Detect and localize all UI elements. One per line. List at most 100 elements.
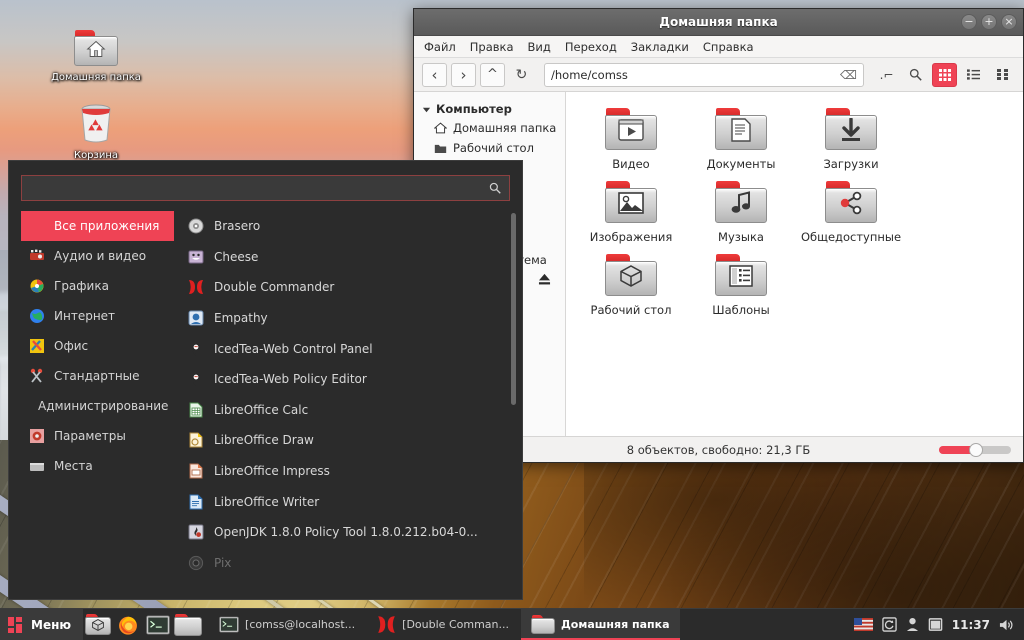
file-item-label: Музыка xyxy=(686,230,796,244)
close-button[interactable]: × xyxy=(1001,14,1017,30)
volume-icon[interactable] xyxy=(999,618,1014,632)
java-icon xyxy=(188,371,204,387)
places-folder-icon xyxy=(29,460,45,473)
desktop-icon-trash[interactable]: Корзина xyxy=(48,100,144,162)
clear-path-icon[interactable]: ⌫ xyxy=(840,68,857,82)
taskbar-launcher-desktop-folder[interactable] xyxy=(83,609,113,640)
menu-app-empathy[interactable]: Empathy xyxy=(188,303,522,334)
menu-app-label: LibreOffice Impress xyxy=(214,464,330,478)
menu-category-audio-video[interactable]: Аудио и видео xyxy=(21,241,174,271)
compact-view-button[interactable] xyxy=(990,63,1015,87)
up-button[interactable]: ^ xyxy=(480,63,505,87)
taskbar-launcher-files[interactable] xyxy=(173,609,203,640)
refresh-button[interactable]: ↻ xyxy=(509,63,534,87)
desktop-folder-icon xyxy=(85,614,111,635)
minimize-button[interactable]: − xyxy=(961,14,977,30)
start-menu-button[interactable]: Меню xyxy=(0,609,83,640)
menu-app-libreoffice-calc[interactable]: LibreOffice Calc xyxy=(188,395,522,426)
menu-category-graphics[interactable]: Графика xyxy=(21,271,174,301)
menu-application-list[interactable]: Brasero Cheese Double Commander Empathy … xyxy=(174,211,522,593)
list-view-button[interactable] xyxy=(961,63,986,87)
system-tray[interactable]: 11:37 xyxy=(854,617,1024,632)
clock[interactable]: 11:37 xyxy=(952,618,990,632)
task-button-double-commander[interactable]: [Double Comman... xyxy=(367,609,519,640)
menu-view[interactable]: Вид xyxy=(528,40,551,54)
icon-view-button[interactable] xyxy=(932,63,957,87)
menu-category-accessories[interactable]: Стандартные xyxy=(21,361,174,391)
taskbar[interactable]: Меню xyxy=(0,608,1024,640)
menu-app-label: Double Commander xyxy=(214,280,334,294)
menu-app-libreoffice-writer[interactable]: LibreOffice Writer xyxy=(188,486,522,517)
menu-category-label: Места xyxy=(54,459,93,473)
menu-scrollbar[interactable] xyxy=(511,213,516,405)
menu-app-libreoffice-impress[interactable]: LibreOffice Impress xyxy=(188,456,522,487)
pix-icon xyxy=(188,555,204,571)
keyboard-layout-flag-icon[interactable] xyxy=(854,618,873,631)
menu-bar[interactable]: Файл Правка Вид Переход Закладки Справка xyxy=(414,36,1023,58)
file-item[interactable]: Загрузки xyxy=(796,104,906,177)
user-icon[interactable] xyxy=(906,617,919,632)
file-item[interactable]: Шаблоны xyxy=(686,250,796,323)
menu-category-places[interactable]: Места xyxy=(21,451,174,481)
menu-app-openjdk-policy-tool[interactable]: OpenJDK 1.8.0 Policy Tool 1.8.0.212.b04-… xyxy=(188,517,522,548)
menu-app-label: LibreOffice Calc xyxy=(214,403,308,417)
window-controls[interactable]: − + × xyxy=(961,14,1017,30)
file-item[interactable]: Рабочий стол xyxy=(576,250,686,323)
open-terminal-button[interactable]: .⌐ xyxy=(874,63,899,87)
menu-app-pix[interactable]: Pix xyxy=(188,548,522,579)
forward-button[interactable]: › xyxy=(451,63,476,87)
file-item[interactable]: Видео xyxy=(576,104,686,177)
menu-search-wrapper xyxy=(9,161,522,211)
menu-app-double-commander[interactable]: Double Commander xyxy=(188,272,522,303)
file-item-label: Общедоступные xyxy=(796,230,906,244)
search-icon[interactable] xyxy=(489,182,501,194)
zoom-slider[interactable] xyxy=(939,446,1011,454)
menu-go[interactable]: Переход xyxy=(565,40,617,54)
maximize-button[interactable]: + xyxy=(981,14,997,30)
menu-search-input[interactable] xyxy=(30,181,489,195)
path-input[interactable] xyxy=(551,68,840,82)
task-button-home-folder[interactable]: Домашняя папка xyxy=(521,609,680,640)
places-item-home[interactable]: Домашняя папка xyxy=(414,118,565,138)
task-button-terminal[interactable]: [comss@localhost... xyxy=(209,609,365,640)
video-folder-icon xyxy=(605,108,657,150)
menu-edit[interactable]: Правка xyxy=(470,40,514,54)
file-item[interactable]: Общедоступные xyxy=(796,177,906,250)
menu-category-preferences[interactable]: Параметры xyxy=(21,421,174,451)
menu-category-office[interactable]: Офис xyxy=(21,331,174,361)
places-header-computer[interactable]: Компьютер xyxy=(414,100,565,118)
file-item[interactable]: Музыка xyxy=(686,177,796,250)
menu-app-brasero[interactable]: Brasero xyxy=(188,211,522,242)
menu-app-cheese[interactable]: Cheese xyxy=(188,242,522,273)
file-grid[interactable]: Видео Документы Загрузки xyxy=(566,92,1023,436)
menu-category-internet[interactable]: Интернет xyxy=(21,301,174,331)
eject-icon xyxy=(538,273,551,285)
application-menu[interactable]: Все приложения Аудио и видео Графика Инт… xyxy=(8,160,523,600)
path-bar[interactable]: ⌫ xyxy=(544,63,864,87)
menu-bookmarks[interactable]: Закладки xyxy=(631,40,689,54)
updates-icon[interactable] xyxy=(882,617,897,632)
window-icon[interactable] xyxy=(928,617,943,632)
taskbar-launcher-terminal[interactable] xyxy=(143,609,173,640)
toolbar[interactable]: ‹ › ^ ↻ ⌫ .⌐ xyxy=(414,58,1023,92)
zoom-slider-knob[interactable] xyxy=(969,443,983,457)
menu-file[interactable]: Файл xyxy=(424,40,456,54)
search-icon[interactable] xyxy=(903,63,928,87)
desktop-icon-home[interactable]: Домашняя папка xyxy=(48,30,144,84)
menu-search-box[interactable] xyxy=(21,175,510,201)
menu-categories[interactable]: Все приложения Аудио и видео Графика Инт… xyxy=(9,211,174,593)
menu-category-administration[interactable]: Администрирование xyxy=(21,391,174,421)
back-button[interactable]: ‹ xyxy=(422,63,447,87)
file-item[interactable]: Документы xyxy=(686,104,796,177)
menu-help[interactable]: Справка xyxy=(703,40,754,54)
menu-app-icedtea-policy-editor[interactable]: IcedTea-Web Policy Editor xyxy=(188,364,522,395)
task-list[interactable]: [comss@localhost... [Double Comman... До… xyxy=(209,609,679,640)
places-item-desktop[interactable]: Рабочий стол xyxy=(414,138,565,158)
taskbar-launcher-firefox[interactable] xyxy=(113,609,143,640)
audio-video-icon xyxy=(29,248,45,264)
window-titlebar[interactable]: Домашняя папка − + × xyxy=(414,9,1023,36)
menu-app-icedtea-control-panel[interactable]: IcedTea-Web Control Panel xyxy=(188,333,522,364)
menu-app-libreoffice-draw[interactable]: LibreOffice Draw xyxy=(188,425,522,456)
menu-category-all[interactable]: Все приложения xyxy=(21,211,174,241)
file-item[interactable]: Изображения xyxy=(576,177,686,250)
